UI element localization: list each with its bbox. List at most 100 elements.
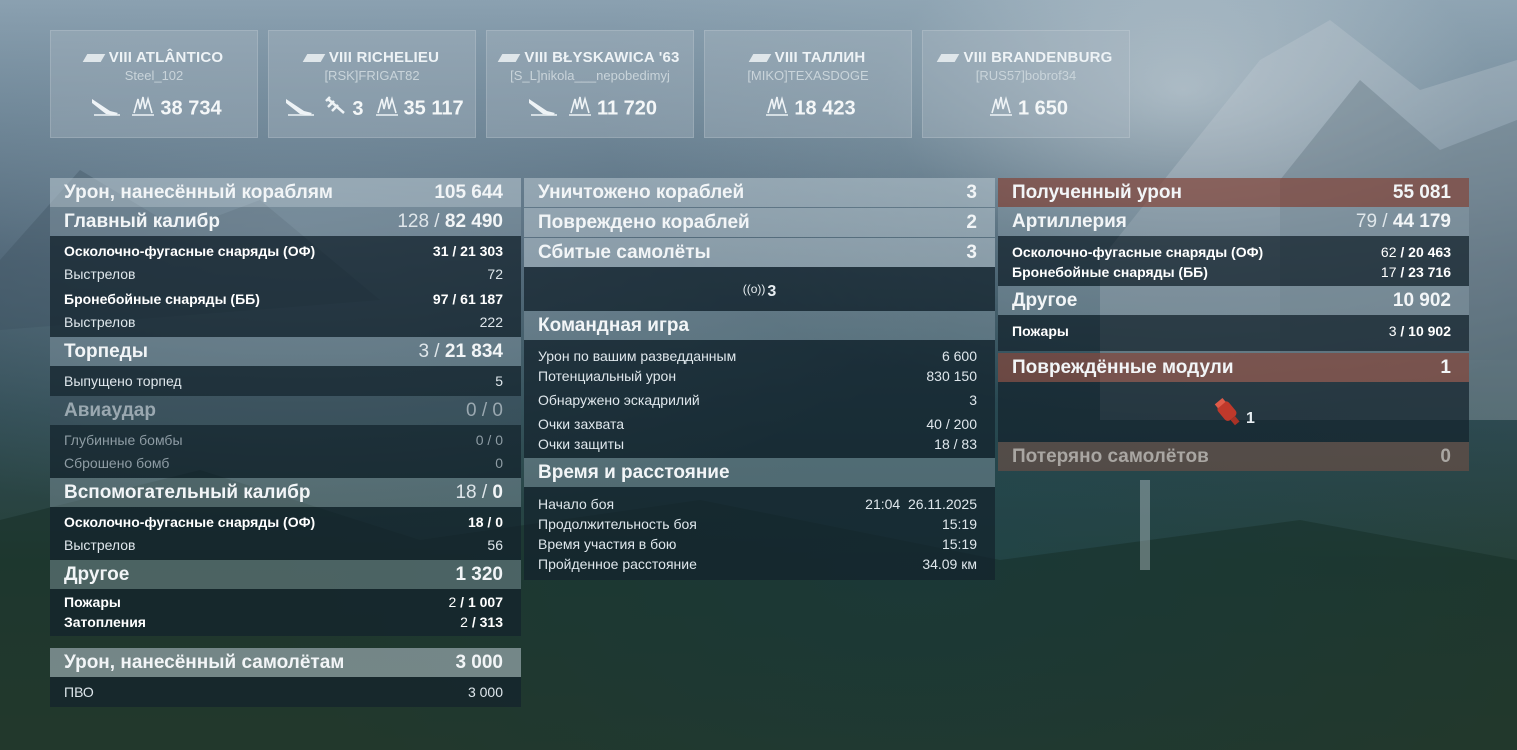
- damage-dealt-column: Урон, нанесённый кораблям 105 644 Главный…: [50, 178, 521, 707]
- planes-shot-value: 3: [352, 97, 364, 120]
- ap-shells-row: Бронебойные снаряды (ББ) 97 / 61 187: [64, 290, 503, 307]
- bombs-dropped-row: Сброшено бомб 0: [64, 454, 503, 471]
- distance-row: Пройденное расстояние 34.09 км: [538, 556, 977, 572]
- damage-icon: [374, 95, 400, 123]
- main-caliber-details: Осколочно-фугасные снаряды (ОФ) 31 / 21 3…: [50, 236, 521, 337]
- player-card[interactable]: VIII BŁYSKAWICA '63 [S_L]nikola___nepobed…: [486, 30, 694, 138]
- floods-row: Затопления 2 / 313: [64, 614, 503, 630]
- damage-icon: [130, 95, 156, 123]
- damage-value: 18 423: [794, 97, 856, 120]
- battle-duration-row: Продолжительность боя 15:19: [538, 516, 977, 532]
- damage-value: 38 734: [160, 97, 222, 120]
- player-name: [RUS57]bobrof34: [975, 68, 1077, 83]
- module-icon: [1214, 397, 1240, 426]
- he-shells-row: Осколочно-фугасные снаряды (ОФ) 31 / 21 3…: [64, 242, 503, 259]
- player-name: [MIKO]TEXASDOGE: [747, 68, 869, 83]
- squadrons-spotted-row: Обнаружено эскадрилий 3: [538, 392, 977, 408]
- player-card[interactable]: VIII BRANDENBURG [RUS57]bobrof34 1 650: [922, 30, 1130, 138]
- damaged-module-count: 1: [1246, 410, 1255, 427]
- player-name: Steel_102: [124, 68, 184, 83]
- spotting-icon: ((o)): [742, 282, 766, 296]
- player-card[interactable]: VIII ТАЛЛИН [MIKO]TEXASDOGE 18 423: [704, 30, 912, 138]
- ship-name: VIII ATLÂNTICO: [51, 49, 257, 66]
- airstrike-details: Глубинные бомбы 0 / 0 Сброшено бомб 0: [50, 425, 521, 478]
- time-distance-details: Начало боя 21:04 26.11.2025 Продолжительн…: [524, 487, 995, 580]
- battle-start-row: Начало боя 21:04 26.11.2025: [538, 496, 977, 512]
- damage-to-planes-header: Урон, нанесённый самолётам 3 000: [50, 648, 521, 677]
- damage-value: 35 117: [403, 97, 464, 120]
- torpedo-hit-icon: [527, 95, 559, 123]
- torpedoes-fired-row: Выпущено торпед 5: [64, 372, 503, 389]
- spotting-block: ((o)) 3: [524, 267, 995, 311]
- player-stats: 38 734: [51, 95, 257, 123]
- participation-time-row: Время участия в бою 15:19: [538, 536, 977, 552]
- player-stats: 11 720: [487, 95, 693, 123]
- torpedo-hit-icon: [90, 95, 122, 123]
- capture-points-row: Очки захвата 40 / 200: [538, 416, 977, 432]
- damage-to-planes-details: ПВО 3 000: [50, 677, 521, 707]
- main-caliber-header: Главный калибр 128 / 82 490: [50, 207, 521, 236]
- secondary-he-row: Осколочно-фугасные снаряды (ОФ) 18 / 0: [64, 513, 503, 530]
- defense-points-row: Очки защиты 18 / 83: [538, 436, 977, 452]
- damage-icon: [764, 95, 790, 123]
- he-shots-row: Выстрелов 72: [64, 265, 503, 282]
- spotted-count: 3: [767, 283, 777, 300]
- received-other-header: Другое 10 902: [998, 286, 1469, 315]
- team-play-details: Урон по вашим разведданным 6 600 Потенциа…: [524, 340, 995, 458]
- damage-value: 1 650: [1017, 97, 1069, 120]
- damage-received-column: Полученный урон 55 081 Артиллерия 79 / 44 …: [998, 178, 1469, 471]
- ap-shots-row: Выстрелов 222: [64, 313, 503, 330]
- damage-icon: [988, 95, 1014, 123]
- other-damage-header: Другое 1 320: [50, 560, 521, 589]
- damaged-modules-header: Повреждённые модули 1: [998, 353, 1469, 382]
- player-stats: 1 650: [923, 95, 1129, 123]
- damage-icon: [567, 95, 593, 123]
- potential-damage-row: Потенциальный урон 830 150: [538, 368, 977, 384]
- ships-damaged-header: Повреждено кораблей 2: [524, 208, 995, 237]
- torpedo-hit-icon: [284, 95, 316, 123]
- damage-value: 11 720: [596, 97, 658, 120]
- player-stats: 18 423: [705, 95, 911, 123]
- planes-shot-down-header: Сбитые самолёты 3: [524, 238, 995, 267]
- damaged-modules-details: 1: [998, 382, 1469, 442]
- received-he-row: Осколочно-фугасные снаряды (ОФ) 62 / 20 4…: [1012, 244, 1451, 260]
- ship-class-icon: [302, 54, 326, 63]
- ship-name: VIII BŁYSKAWICA '63: [487, 49, 693, 66]
- artillery-details: Осколочно-фугасные снаряды (ОФ) 62 / 20 4…: [998, 236, 1469, 286]
- ship-class-icon: [498, 54, 521, 63]
- ship-name: VIII BRANDENBURG: [923, 49, 1129, 66]
- torpedoes-header: Торпеды 3 / 21 834: [50, 337, 521, 366]
- airstrike-header: Авиаудар 0 / 0: [50, 396, 521, 425]
- secondary-details: Осколочно-фугасные снаряды (ОФ) 18 / 0 Вы…: [50, 507, 521, 560]
- damage-received-header: Полученный урон 55 081: [998, 178, 1469, 207]
- spotting-damage-row: Урон по вашим разведданным 6 600: [538, 348, 977, 364]
- ship-name: VIII RICHELIEU: [269, 49, 475, 66]
- received-other-details: Пожары 3 / 10 902: [998, 315, 1469, 351]
- damage-to-ships-header: Урон, нанесённый кораблям 105 644: [50, 178, 521, 207]
- ship-name: VIII ТАЛЛИН: [705, 49, 911, 66]
- battle-summary-column: Уничтожено кораблей 3 Повреждено кораблей…: [524, 178, 995, 580]
- received-fires-row: Пожары 3 / 10 902: [1012, 322, 1451, 339]
- aa-row: ПВО 3 000: [64, 683, 503, 700]
- ships-destroyed-header: Уничтожено кораблей 3: [524, 178, 995, 207]
- secondary-shots-row: Выстрелов 56: [64, 536, 503, 553]
- torpedoes-details: Выпущено торпед 5: [50, 366, 521, 396]
- ship-class-icon: [748, 54, 771, 63]
- player-name: [S_L]nikola___nepobedimyj: [510, 68, 670, 83]
- player-card[interactable]: VIII ATLÂNTICO Steel_102 38 734: [50, 30, 258, 138]
- plane-shot-icon: [324, 95, 348, 123]
- planes-lost-header: Потеряно самолётов 0: [998, 442, 1469, 471]
- other-damage-details: Пожары 2 / 1 007 Затопления 2 / 313: [50, 589, 521, 636]
- secondary-header: Вспомогательный калибр 18 / 0: [50, 478, 521, 507]
- player-name: [RSK]FRIGAT82: [324, 68, 420, 83]
- team-play-header: Командная игра: [524, 311, 995, 340]
- player-card[interactable]: VIII RICHELIEU [RSK]FRIGAT82 3 35 117: [268, 30, 476, 138]
- ship-class-icon: [82, 54, 106, 63]
- artillery-header: Артиллерия 79 / 44 179: [998, 207, 1469, 236]
- ship-class-icon: [937, 54, 960, 63]
- received-ap-row: Бронебойные снаряды (ББ) 17 / 23 716: [1012, 264, 1451, 280]
- depth-charges-row: Глубинные бомбы 0 / 0: [64, 431, 503, 448]
- player-stats: 3 35 117: [269, 95, 475, 123]
- fires-row: Пожары 2 / 1 007: [64, 594, 503, 610]
- time-distance-header: Время и расстояние: [524, 458, 995, 487]
